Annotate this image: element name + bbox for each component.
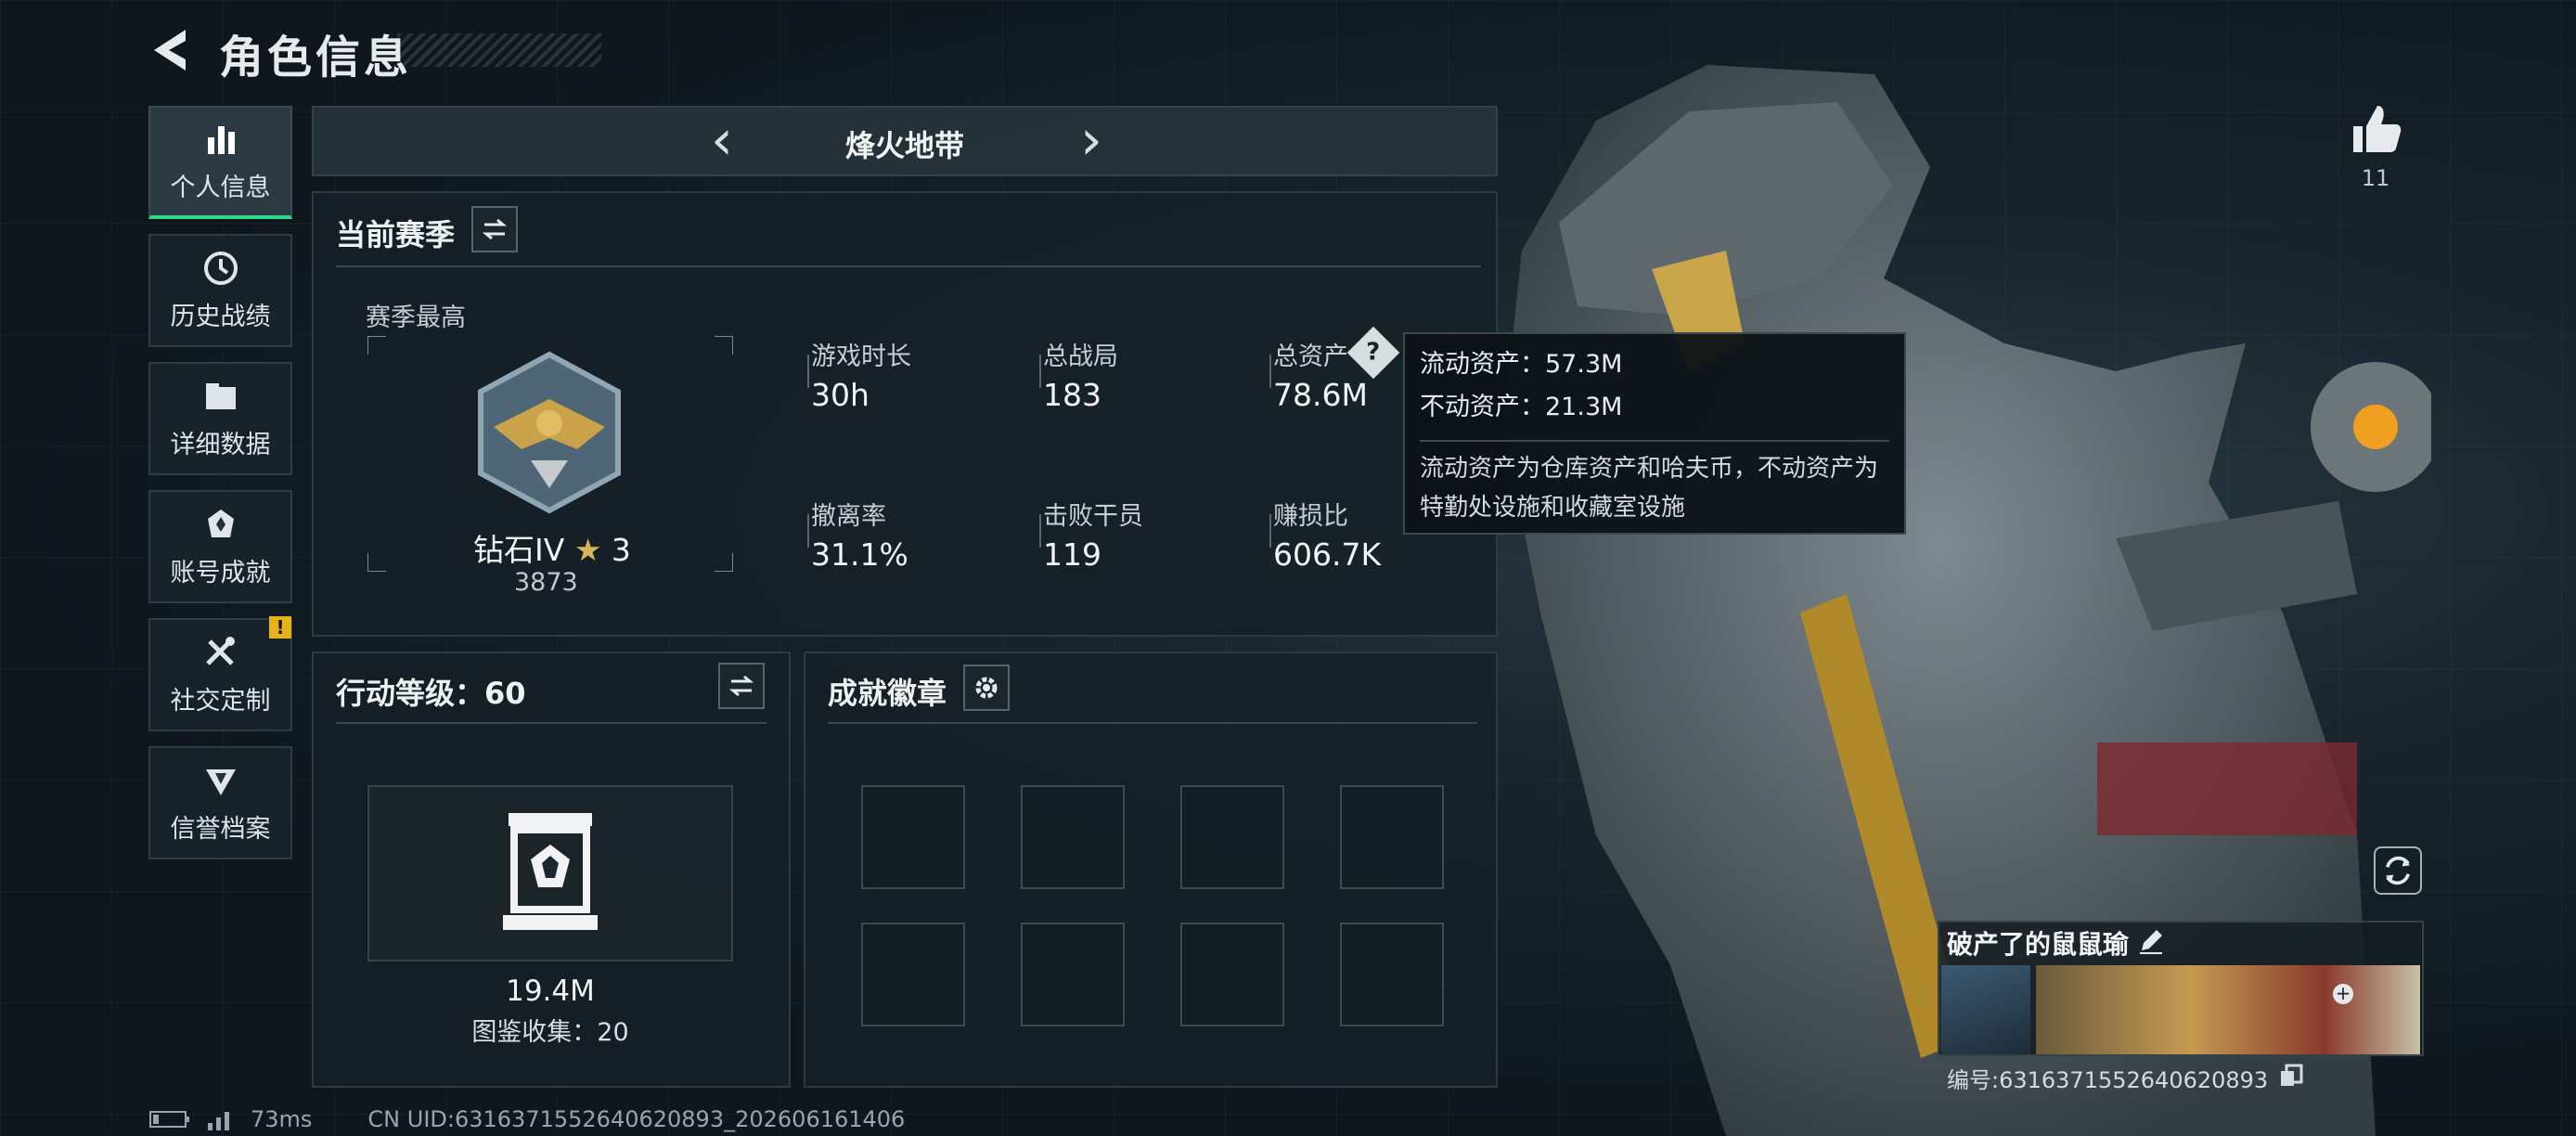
add-icon[interactable]: + bbox=[2333, 984, 2353, 1004]
swap-icon bbox=[728, 675, 754, 697]
edit-icon[interactable] bbox=[2136, 926, 2166, 956]
stat-divider bbox=[1269, 514, 1271, 548]
bar-chart-icon bbox=[207, 125, 235, 154]
level-divider bbox=[336, 722, 766, 724]
stat-label: 赚损比 bbox=[1273, 502, 1348, 531]
stat-divider bbox=[1269, 355, 1271, 388]
badge-slot[interactable] bbox=[1180, 785, 1284, 889]
badge-slot[interactable] bbox=[861, 785, 965, 889]
signal-icon bbox=[208, 1112, 229, 1130]
stat-value: 30h bbox=[811, 377, 869, 413]
badge-slot[interactable] bbox=[1021, 923, 1125, 1026]
collection-count: 图鉴收集：20 bbox=[471, 1018, 629, 1047]
page-title: 角色信息 bbox=[219, 32, 413, 84]
assets-tooltip: 流动资产：57.3M 不动资产：21.3M 流动资产为仓库资产和哈夫币，不动资产… bbox=[1403, 332, 1906, 535]
sidebar-item-label: 个人信息 bbox=[170, 173, 271, 202]
liquid-assets: 流动资产：57.3M bbox=[1420, 350, 1623, 379]
collection-value: 19.4M bbox=[506, 975, 595, 1008]
sidebar-item-label: 历史战绩 bbox=[170, 302, 271, 331]
ping-value: 73ms bbox=[251, 1106, 313, 1132]
rank-score: 3873 bbox=[514, 568, 578, 597]
player-id: 编号:6316371552640620893 bbox=[1947, 1067, 2269, 1093]
badges-divider bbox=[828, 722, 1477, 724]
status-bar: 73ms CN UID:6316371552640620893_20260616… bbox=[148, 1106, 905, 1132]
stat-value: 606.7K bbox=[1273, 536, 1382, 573]
stat-label: 总资产 bbox=[1273, 342, 1348, 371]
sidebar-item-personal-info[interactable]: 个人信息 bbox=[148, 106, 292, 219]
thumbs-up-icon[interactable] bbox=[2348, 102, 2403, 158]
stat-value: 119 bbox=[1043, 536, 1101, 573]
profile-banner bbox=[2036, 965, 2420, 1054]
rank-name: 钻石IV bbox=[473, 532, 565, 568]
level-switch-button[interactable] bbox=[718, 663, 765, 709]
season-best-label: 赛季最高 bbox=[366, 303, 466, 332]
gear-icon bbox=[975, 677, 998, 699]
rank-stars: 3 bbox=[611, 532, 631, 568]
copy-icon[interactable] bbox=[2279, 1064, 2303, 1088]
refresh-icon[interactable] bbox=[2374, 846, 2422, 895]
folder-icon bbox=[205, 382, 236, 409]
notification-badge: ! bbox=[269, 616, 291, 639]
sidebar-item-label: 信誉档案 bbox=[170, 814, 271, 844]
stat-value: 31.1% bbox=[811, 536, 908, 573]
stat-divider bbox=[1039, 514, 1041, 548]
sidebar-item-history[interactable]: 历史战绩 bbox=[148, 234, 292, 347]
badge-slot[interactable] bbox=[1340, 923, 1444, 1026]
shield-icon bbox=[205, 768, 236, 795]
badges-settings-button[interactable] bbox=[963, 665, 1010, 711]
rank-emblem-icon bbox=[478, 351, 621, 514]
mode-selector: ‹ 烽火地带 › bbox=[312, 106, 1498, 176]
sidebar-item-reputation[interactable]: 信誉档案 bbox=[148, 746, 292, 859]
stat-label: 总战局 bbox=[1043, 342, 1118, 371]
stat-divider bbox=[807, 514, 809, 548]
sidebar-item-label: 账号成就 bbox=[170, 558, 271, 587]
next-mode-button[interactable]: › bbox=[1063, 112, 1119, 171]
collection-case-icon bbox=[503, 813, 598, 930]
swap-icon bbox=[482, 218, 508, 240]
badge-slot[interactable] bbox=[1021, 785, 1125, 889]
fixed-assets: 不动资产：21.3M bbox=[1420, 393, 1623, 421]
battery-icon bbox=[149, 1111, 189, 1128]
season-title: 当前赛季 bbox=[336, 217, 456, 252]
badge-slot[interactable] bbox=[861, 923, 965, 1026]
level-title: 行动等级：60 bbox=[336, 676, 526, 711]
tools-icon bbox=[205, 636, 235, 665]
stat-label: 击败干员 bbox=[1043, 502, 1143, 531]
sidebar-item-achievements[interactable]: 账号成就 bbox=[148, 490, 292, 603]
player-name: 破产了的鼠鼠瑜 bbox=[1947, 929, 2130, 960]
stat-divider bbox=[807, 355, 809, 388]
stat-label: 游戏时长 bbox=[811, 342, 911, 371]
badge-slot[interactable] bbox=[1180, 923, 1284, 1026]
sidebar-item-label: 社交定制 bbox=[170, 686, 271, 716]
sidebar-item-label: 详细数据 bbox=[170, 430, 271, 459]
uid-text: CN UID:6316371552640620893_202606161406 bbox=[367, 1106, 906, 1132]
star-icon: ★ bbox=[573, 532, 602, 568]
back-arrow-icon[interactable] bbox=[148, 26, 197, 74]
medal-icon bbox=[207, 509, 234, 537]
season-divider bbox=[336, 265, 1481, 267]
rank-name-row: 钻石IV ★ 3 bbox=[473, 525, 631, 570]
badges-title: 成就徽章 bbox=[828, 676, 947, 711]
assets-description: 流动资产为仓库资产和哈夫币，不动资产为特勤处设施和收藏室设施 bbox=[1420, 440, 1889, 527]
sidebar-item-details[interactable]: 详细数据 bbox=[148, 362, 292, 475]
mode-name: 烽火地带 bbox=[844, 128, 964, 163]
stat-divider bbox=[1039, 355, 1041, 388]
stat-label: 撤离率 bbox=[811, 502, 886, 531]
title-decoration bbox=[397, 33, 601, 67]
stat-value: 78.6M bbox=[1273, 377, 1368, 413]
clock-icon bbox=[203, 251, 238, 285]
like-count: 11 bbox=[2361, 165, 2390, 191]
stat-value: 183 bbox=[1043, 377, 1101, 413]
avatar[interactable] bbox=[1941, 965, 2030, 1054]
season-switch-button[interactable] bbox=[471, 206, 518, 252]
badge-slot[interactable] bbox=[1340, 785, 1444, 889]
